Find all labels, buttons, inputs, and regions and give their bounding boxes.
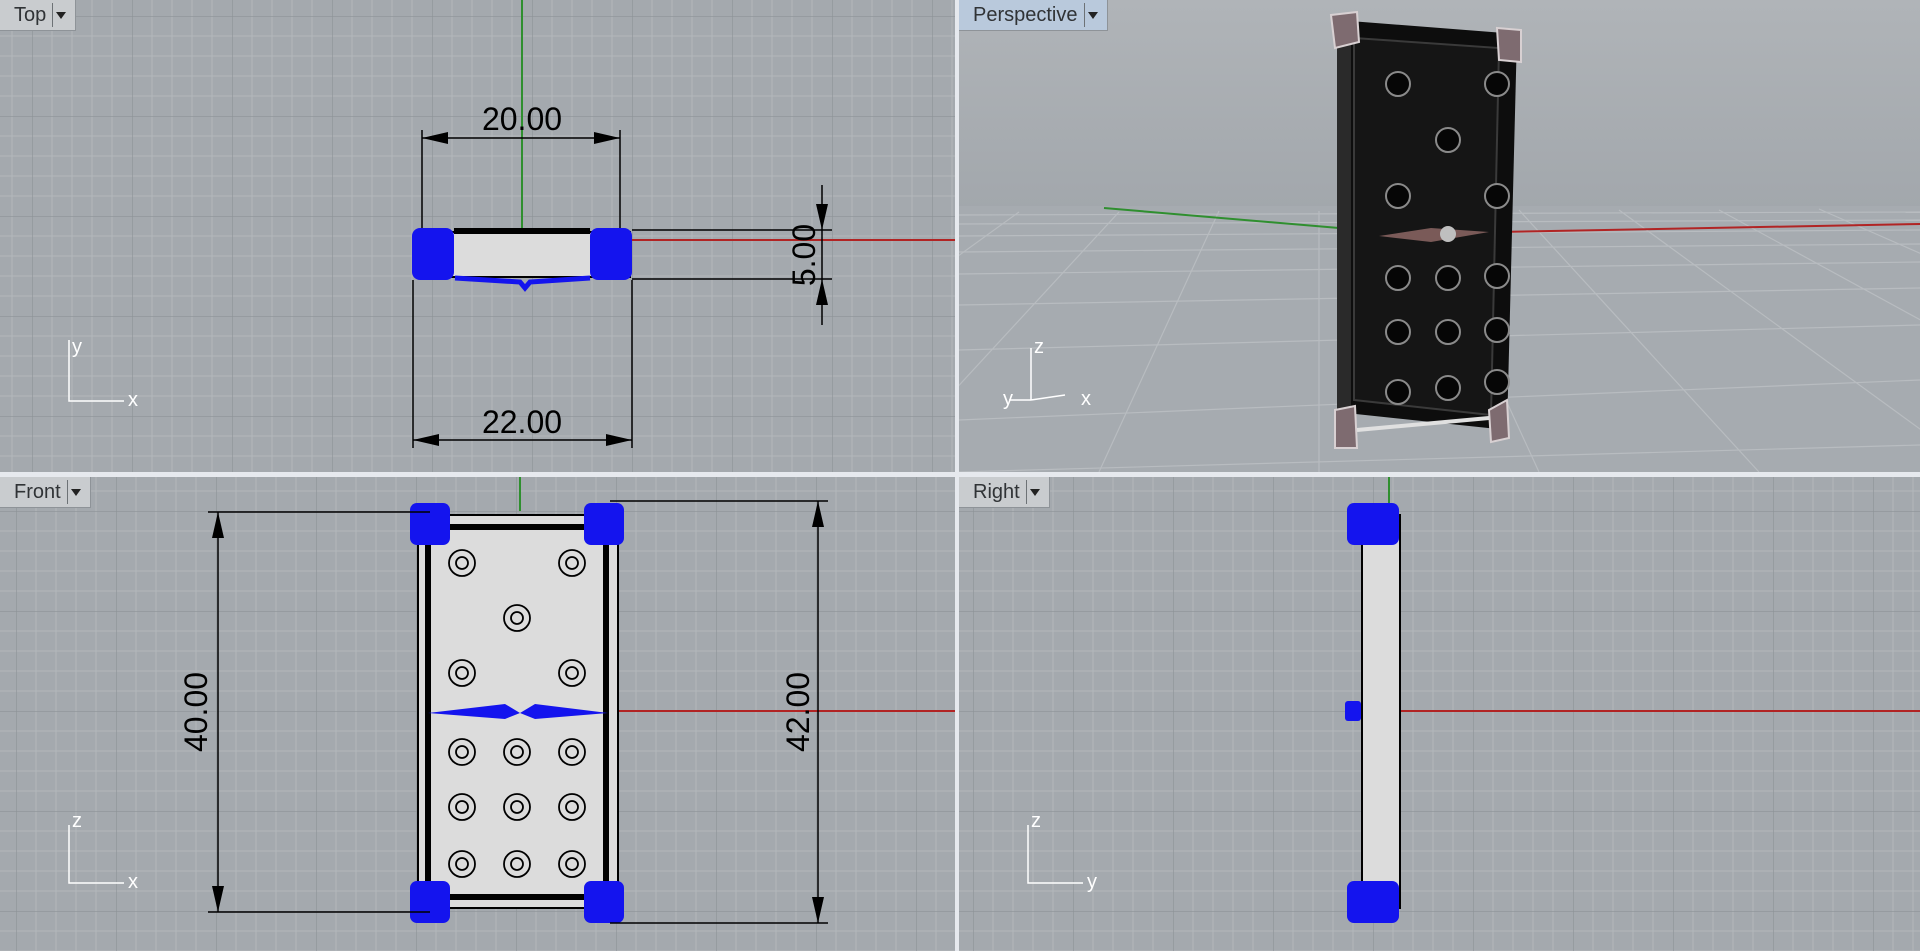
selection-handle bbox=[412, 228, 454, 280]
perspective-model: z y x bbox=[1003, 10, 1522, 449]
axis-label-x: x bbox=[128, 389, 138, 411]
selection-handle bbox=[1347, 881, 1399, 923]
axis-indicator bbox=[68, 825, 124, 884]
front-drawing: 40.00 42.00 z x bbox=[68, 500, 828, 924]
axis-label-x: x bbox=[1081, 388, 1091, 410]
right-drawing: z y bbox=[1027, 503, 1401, 923]
triangle-down-icon[interactable] bbox=[1025, 480, 1043, 504]
axis-label-y: y bbox=[1003, 388, 1013, 410]
axis-label-z: z bbox=[1034, 336, 1044, 358]
selection-handle bbox=[590, 228, 632, 280]
triangle-down-icon[interactable] bbox=[66, 480, 84, 504]
axis-label-x: x bbox=[128, 871, 138, 893]
viewport-tab-top[interactable]: Top bbox=[0, 0, 77, 31]
selection-handle bbox=[410, 881, 450, 923]
domino-side bbox=[1361, 514, 1401, 909]
selection-handle bbox=[584, 503, 624, 545]
axis-label-z: z bbox=[1031, 810, 1041, 832]
top-drawing: 20.00 22.00 5.00 y x bbox=[68, 101, 832, 448]
selection-handle bbox=[410, 503, 450, 545]
viewport-top[interactable]: 20.00 22.00 5.00 y x Top bbox=[0, 0, 955, 472]
viewport-tab-perspective[interactable]: Perspective bbox=[959, 0, 1108, 31]
viewport-title[interactable]: Right bbox=[959, 481, 1026, 504]
triangle-down-icon[interactable] bbox=[1083, 3, 1101, 27]
selection-handle bbox=[584, 881, 624, 923]
viewport-tab-front[interactable]: Front bbox=[0, 477, 91, 508]
axis-label-y: y bbox=[72, 336, 82, 358]
viewport-title[interactable]: Perspective bbox=[959, 4, 1084, 27]
viewport-right[interactable]: z y Right bbox=[959, 477, 1920, 951]
triangle-down-icon[interactable] bbox=[52, 3, 69, 27]
dimension-40: 40.00 bbox=[178, 672, 214, 752]
axis-indicator bbox=[1027, 825, 1083, 884]
dimension-5: 5.00 bbox=[786, 224, 822, 286]
selection-handle bbox=[1347, 503, 1399, 545]
viewport-title[interactable]: Front bbox=[0, 481, 67, 504]
viewport-tab-right[interactable]: Right bbox=[959, 477, 1050, 508]
dimension-22: 22.00 bbox=[482, 404, 562, 440]
dimension-20: 20.00 bbox=[482, 101, 562, 137]
axis-label-z: z bbox=[72, 810, 82, 832]
dimension-42: 42.00 bbox=[780, 672, 816, 752]
axis-label-y: y bbox=[1087, 871, 1097, 893]
viewport-front[interactable]: 40.00 42.00 z x Front bbox=[0, 477, 955, 951]
viewport-title[interactable]: Top bbox=[0, 4, 52, 27]
viewport-perspective[interactable]: z y x Perspective bbox=[959, 0, 1920, 472]
